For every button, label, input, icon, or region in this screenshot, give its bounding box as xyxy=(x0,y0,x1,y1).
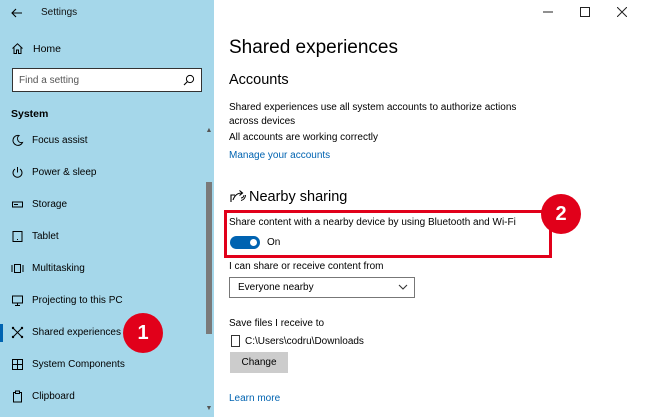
toggle-state-label: On xyxy=(267,237,281,248)
sidebar-item-multitasking[interactable]: Multitasking xyxy=(0,257,206,281)
annotation-badge-1: 1 xyxy=(123,313,163,353)
save-files-label: Save files I receive to xyxy=(229,318,325,329)
power-icon xyxy=(12,167,23,178)
sidebar-item-label: Projecting to this PC xyxy=(32,295,123,306)
sidebar-item-storage[interactable]: Storage xyxy=(0,193,206,217)
sidebar-item-power-sleep[interactable]: Power & sleep xyxy=(0,161,206,185)
titlebar-left: Settings xyxy=(0,0,214,26)
dropdown-value: Everyone nearby xyxy=(238,282,314,293)
sidebar-item-label: Clipboard xyxy=(32,391,75,402)
scroll-up-arrow-icon[interactable]: ▲ xyxy=(205,127,213,137)
share-receive-dropdown[interactable]: Everyone nearby xyxy=(229,277,415,298)
scroll-down-arrow-icon[interactable]: ▼ xyxy=(205,405,213,415)
nearby-sharing-heading: Nearby sharing xyxy=(249,189,348,205)
tablet-icon xyxy=(12,231,23,242)
nearby-sharing-description: Share content with a nearby device by us… xyxy=(229,217,516,228)
back-button[interactable] xyxy=(8,4,26,22)
sidebar-item-home[interactable]: Home xyxy=(0,38,214,60)
save-path: C:\Users\codru\Downloads xyxy=(245,336,364,347)
sidebar-item-focus-assist[interactable]: Focus assist xyxy=(0,129,206,153)
projecting-icon xyxy=(12,295,23,306)
sidebar-item-system-components[interactable]: System Components xyxy=(0,353,206,377)
sidebar: Settings Home System Focus assist Power … xyxy=(0,0,214,417)
home-icon xyxy=(12,43,23,54)
maximize-icon[interactable] xyxy=(575,3,595,23)
accounts-description: Shared experiences use all system accoun… xyxy=(229,102,517,127)
annotation-badge-2: 2 xyxy=(541,194,581,234)
sidebar-item-label: Tablet xyxy=(32,231,59,242)
minimize-icon[interactable] xyxy=(538,3,558,23)
storage-icon xyxy=(12,201,23,208)
nearby-sharing-toggle[interactable] xyxy=(230,236,260,249)
document-icon xyxy=(231,335,240,347)
close-icon[interactable] xyxy=(612,3,632,23)
chevron-down-icon xyxy=(398,284,408,290)
clipboard-icon xyxy=(13,390,22,403)
sidebar-item-tablet[interactable]: Tablet xyxy=(0,225,206,249)
change-button[interactable]: Change xyxy=(230,352,288,373)
section-label-system: System xyxy=(11,108,49,120)
sidebar-item-shared-experiences[interactable]: Shared experiences xyxy=(0,321,206,345)
sidebar-item-label: Power & sleep xyxy=(32,167,97,178)
main-content: Shared experiences Accounts Shared exper… xyxy=(214,0,648,417)
shared-experiences-icon xyxy=(11,326,24,339)
manage-accounts-link[interactable]: Manage your accounts xyxy=(229,150,330,161)
search-box[interactable] xyxy=(12,68,202,92)
sidebar-item-projecting[interactable]: Projecting to this PC xyxy=(0,289,206,313)
sidebar-item-label: Shared experiences xyxy=(32,327,121,338)
accounts-status: All accounts are working correctly xyxy=(229,132,378,143)
scroll-thumb[interactable] xyxy=(206,182,212,334)
multitasking-icon xyxy=(11,264,24,273)
moon-icon xyxy=(12,134,24,146)
sidebar-item-label: Focus assist xyxy=(32,135,88,146)
search-input[interactable] xyxy=(19,73,179,87)
search-icon[interactable] xyxy=(183,74,195,86)
accounts-heading: Accounts xyxy=(229,72,289,88)
app-title: Settings xyxy=(41,7,78,18)
window-controls xyxy=(538,0,648,26)
sidebar-item-clipboard[interactable]: Clipboard xyxy=(0,385,206,409)
sidebar-item-label: System Components xyxy=(32,359,125,370)
components-icon xyxy=(12,359,23,370)
sidebar-item-label: Multitasking xyxy=(32,263,85,274)
page-title: Shared experiences xyxy=(229,37,398,58)
home-label: Home xyxy=(33,43,62,55)
share-receive-label: I can share or receive content from xyxy=(229,261,384,272)
back-arrow-icon xyxy=(11,8,22,18)
nearby-sharing-icon xyxy=(230,190,246,202)
sidebar-item-label: Storage xyxy=(32,199,68,210)
learn-more-link[interactable]: Learn more xyxy=(229,393,280,404)
